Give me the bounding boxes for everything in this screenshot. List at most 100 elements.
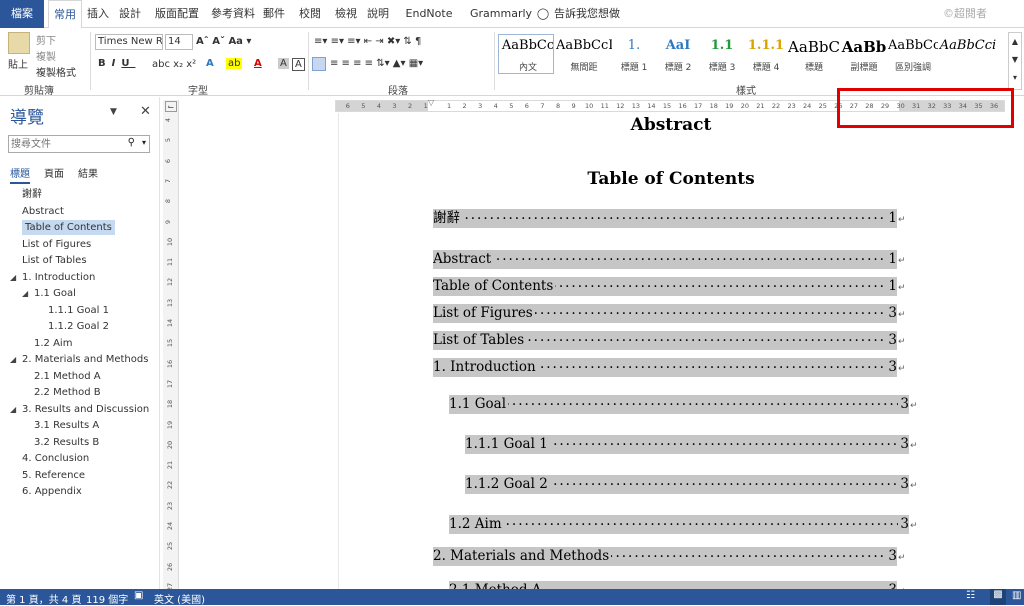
nav-heading-item[interactable]: 2.1 Method A [34, 369, 101, 384]
char-border-icon[interactable]: A [292, 58, 305, 71]
nav-heading-item[interactable]: List of Tables [22, 253, 87, 268]
nav-heading-item[interactable]: 2.2 Method B [34, 385, 101, 400]
tell-me-search[interactable]: 告訴我您想做什麼 [550, 0, 624, 48]
style-item[interactable]: AaBbCcD 區別強調 [888, 38, 938, 73]
nav-heading-item[interactable]: 3.1 Results A [34, 418, 99, 433]
styles-scroll[interactable]: ▲ ▼ ▾ [1008, 32, 1022, 90]
tab-file[interactable]: 檔案 [0, 0, 44, 28]
nav-heading-item[interactable]: 1.1.2 Goal 2 [48, 319, 109, 334]
toc-entry-page: 3 [898, 475, 909, 494]
cut-button[interactable]: 剪下 [36, 32, 56, 47]
style-item[interactable]: AaBbC 標題 [788, 38, 840, 73]
style-name: 標題 4 [752, 63, 780, 73]
tab-grammarly[interactable]: Grammarly [470, 0, 532, 28]
tab-endnote[interactable]: EndNote X9 [402, 0, 456, 48]
copy-button[interactable]: 複製 [36, 48, 56, 63]
nav-options-icon[interactable]: ▼ [110, 107, 117, 117]
tab-help[interactable]: 說明 [366, 0, 390, 28]
nav-heading-item[interactable]: 4. Conclusion [22, 451, 89, 466]
tab-layout[interactable]: 版面配置 [154, 0, 200, 28]
paste-icon[interactable] [8, 32, 30, 54]
web-layout-icon[interactable]: ▥ [1012, 590, 1021, 601]
nav-heading-item[interactable]: Abstract [22, 204, 64, 219]
tab-references[interactable]: 參考資料 [208, 0, 258, 28]
font-style-buttons[interactable]: BIU [98, 58, 135, 69]
grow-font-button[interactable]: Aˆ Aˇ Aa ▾ [196, 36, 251, 47]
toc-entry[interactable]: ........................................… [433, 304, 897, 323]
read-mode-icon[interactable]: ☷ [966, 590, 975, 601]
font-name-select[interactable]: Times New Ro [95, 34, 163, 50]
indent-marker-icon[interactable]: ▽ [428, 98, 434, 107]
style-item[interactable]: AaI 標題 2 [656, 38, 700, 73]
document-page[interactable]: Abstract Table of Contents .............… [338, 113, 918, 600]
nav-tab-pages[interactable]: 頁面 [44, 165, 64, 180]
tab-selector[interactable]: ⌙ [165, 101, 177, 112]
nav-heading-item[interactable]: 2. Materials and Methods [22, 352, 148, 367]
collapse-caret-icon[interactable]: ◢ [10, 405, 16, 414]
align-left-button[interactable] [312, 57, 326, 71]
tab-review[interactable]: 校閱 [298, 0, 322, 28]
style-item[interactable]: AaBb 副標題 [840, 38, 888, 73]
nav-heading-item[interactable]: 1.2 Aim [34, 336, 72, 351]
font-size-select[interactable]: 14 [165, 34, 193, 50]
toc-entry[interactable]: ........................................… [449, 395, 909, 414]
nav-heading-item[interactable]: 1.1.1 Goal 1 [48, 303, 109, 318]
toc-entry[interactable]: ........................................… [433, 277, 897, 296]
toc-entry[interactable]: ........................................… [433, 250, 897, 269]
style-item[interactable]: 1.1 標題 3 [700, 38, 744, 73]
format-painter-button[interactable]: 複製格式 [36, 64, 76, 79]
collapse-caret-icon[interactable]: ◢ [10, 355, 16, 364]
search-input[interactable] [11, 137, 121, 151]
strike-sub-super-buttons[interactable]: abc x₂ x² [152, 59, 196, 70]
page-count[interactable]: 第 1 頁，共 4 頁 [6, 591, 81, 606]
nav-heading-item[interactable]: 3. Results and Discussion [22, 402, 149, 417]
word-count[interactable]: 119 個字 [86, 591, 128, 606]
collapse-caret-icon[interactable]: ◢ [22, 289, 28, 298]
toc-entry[interactable]: ........................................… [449, 515, 909, 534]
nav-heading-item[interactable]: List of Figures [22, 237, 91, 252]
style-item[interactable]: AaBbCci [938, 38, 998, 60]
font-color-icon[interactable]: A [254, 58, 262, 69]
nav-heading-item[interactable]: 3.2 Results B [34, 435, 99, 450]
tab-insert[interactable]: 插入 [86, 0, 110, 28]
nav-tab-results[interactable]: 結果 [78, 165, 98, 180]
style-item[interactable]: AaBbCcD 無間距 [556, 38, 612, 73]
toc-entry[interactable]: ........................................… [465, 475, 909, 494]
vertical-ruler[interactable]: 4 5 6 7 8 9 10 11 12 13 14 15 16 17 18 19 20 21 22 23 24 25 26… [163, 100, 179, 591]
style-item[interactable]: 1. 標題 1 [612, 38, 656, 73]
print-layout-icon[interactable]: ▩ [990, 589, 1006, 605]
list-buttons[interactable]: ≡▾ ≡▾ ≡▾ ⇤ ⇥ ✖▾ ⇅ ¶ [314, 36, 421, 47]
highlight-icon[interactable]: ab [226, 58, 243, 69]
tab-view[interactable]: 檢視 [334, 0, 358, 28]
align-buttons[interactable]: ≡ ≡ ≡ ≡ ⇅▾ ▲▾ ▦▾ [330, 58, 423, 69]
search-icon[interactable]: ⚲ [128, 137, 135, 148]
toc-entry[interactable]: ........................................… [433, 358, 897, 377]
toc-entry[interactable]: ........................................… [433, 331, 897, 350]
nav-heading-item[interactable]: 6. Appendix [22, 484, 82, 499]
tab-design[interactable]: 設計 [118, 0, 142, 28]
ruler-tick-label: 5 [509, 102, 514, 110]
toc-entry[interactable]: ........................................… [433, 547, 897, 566]
toc-entry[interactable]: ........................................… [465, 435, 909, 454]
collapse-caret-icon[interactable]: ◢ [10, 273, 16, 282]
toc-heading[interactable]: Table of Contents [339, 169, 1003, 189]
text-effect-icon[interactable]: A [206, 58, 214, 69]
paste-button[interactable]: 貼上 [8, 56, 28, 71]
chevron-down-icon[interactable]: ▾ [142, 138, 146, 147]
nav-heading-item[interactable]: 1. Introduction [22, 270, 95, 285]
nav-heading-item[interactable]: 5. Reference [22, 468, 85, 483]
nav-heading-item[interactable]: 1.1 Goal [34, 286, 76, 301]
close-icon[interactable]: ✕ [140, 104, 151, 119]
char-shading-icon[interactable]: A [278, 58, 289, 69]
nav-tab-headings[interactable]: 標題 [10, 165, 30, 184]
nav-heading-item[interactable]: Table of Contents [22, 220, 115, 235]
toc-entry[interactable]: ........................................… [433, 209, 897, 228]
language-status[interactable]: 英文 (美國) [154, 591, 205, 606]
tab-mailings[interactable]: 郵件 [262, 0, 286, 28]
nav-heading-item[interactable]: 謝辭 [22, 187, 42, 202]
search-box[interactable]: ⚲ ▾ [8, 135, 150, 153]
tab-home[interactable]: 常用 [48, 0, 82, 29]
ruler-tick-label: 12 [616, 102, 625, 110]
style-item[interactable]: 1.1.1 標題 4 [744, 38, 788, 73]
proofing-icon[interactable]: ▣ [134, 590, 143, 601]
